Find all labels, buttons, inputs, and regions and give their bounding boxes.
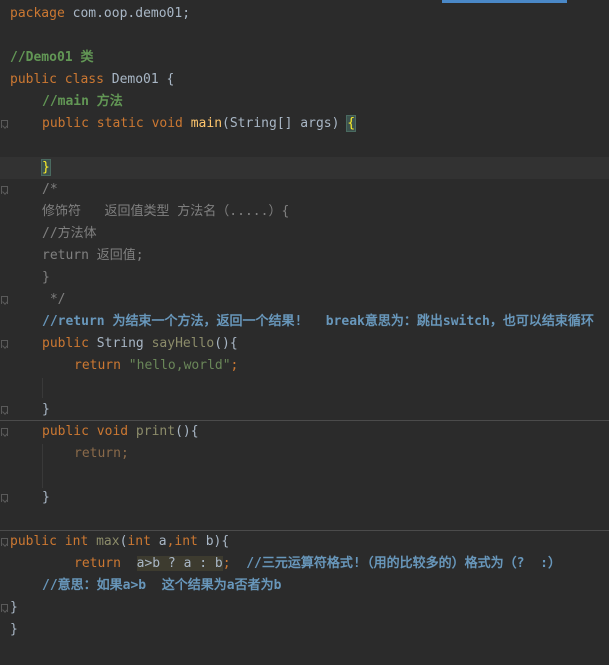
closing-brace: } — [42, 402, 50, 417]
semicolon: ; — [222, 556, 231, 571]
fold-marker[interactable] — [1, 186, 8, 194]
line-comment: //意思：如果a>b 这个结果为a否者为b — [42, 578, 282, 593]
line-comment: //三元运算符格式!（用的比较多的）格式为（? :） — [246, 556, 561, 571]
code-line-block-comment-open[interactable]: /* — [42, 179, 58, 201]
method-name: main — [190, 116, 223, 131]
keyword: return — [74, 358, 129, 373]
fold-marker[interactable] — [1, 604, 8, 612]
block-comment: //方法体 — [42, 226, 97, 241]
ternary-expression: a>b ? a : b — [136, 556, 223, 571]
code-line-block-comment-close[interactable]: */ — [42, 289, 66, 311]
line-comment: //Demo01 类 — [10, 50, 94, 65]
package-name: com.oop.demo01; — [64, 6, 191, 21]
method-params: (){ — [175, 424, 199, 439]
code-line-sayhello-return[interactable]: return "hello,world"; — [74, 355, 238, 377]
fold-marker[interactable] — [1, 120, 8, 128]
code-line-class-comment[interactable]: //Demo01 类 — [10, 47, 93, 69]
semicolon: ; — [230, 358, 239, 373]
method-params: (String[] args) — [222, 116, 348, 131]
keyword: int — [174, 534, 198, 549]
return-type: String — [88, 336, 152, 351]
matched-brace: { — [346, 115, 357, 132]
keyword: return; — [74, 446, 129, 461]
fold-marker[interactable] — [1, 538, 8, 546]
closing-brace: } — [10, 622, 18, 637]
keyword: public static void — [42, 116, 183, 131]
keyword: public int — [10, 534, 89, 549]
keyword: int — [127, 534, 151, 549]
block-comment: return 返回值; — [42, 248, 144, 263]
code-line-block-comment[interactable]: 修饰符 返回值类型 方法名（.....）{ — [42, 201, 289, 223]
code-line-max-decl[interactable]: public int max(int a,int b){ — [10, 531, 229, 553]
code-line-main-decl[interactable]: public static void main(String[] args) { — [42, 113, 357, 135]
code-line-class-close[interactable]: } — [10, 619, 18, 641]
keyword: package — [10, 6, 65, 21]
indent-guide — [42, 378, 43, 398]
string-literal: "hello,world" — [128, 358, 231, 373]
method-name: print — [128, 424, 176, 439]
code-line-meaning-comment[interactable]: //意思：如果a>b 这个结果为a否者为b — [42, 575, 281, 597]
param-a: a — [150, 534, 167, 549]
fold-marker[interactable] — [1, 428, 8, 436]
block-comment: */ — [42, 292, 66, 307]
code-line-sayhello-decl[interactable]: public String sayHello(){ — [42, 333, 238, 355]
keyword: public — [42, 336, 89, 351]
code-line-print-decl[interactable]: public void print(){ — [42, 421, 199, 443]
block-comment: 修饰符 返回值类型 方法名（.....）{ — [42, 204, 290, 219]
fold-marker[interactable] — [1, 406, 8, 414]
code-line-print-close[interactable]: } — [42, 487, 50, 509]
block-comment: /* — [42, 182, 58, 197]
keyword: public void — [42, 424, 129, 439]
block-comment: } — [42, 270, 50, 285]
code-line-sayhello-close[interactable]: } — [42, 399, 50, 421]
fold-marker[interactable] — [1, 340, 8, 348]
code-line-main-close[interactable]: } — [41, 157, 51, 179]
code-line-block-comment[interactable]: //方法体 — [42, 223, 97, 245]
closing-brace: } — [10, 600, 18, 615]
horizontal-scroll-indicator[interactable] — [442, 0, 567, 3]
keyword: return — [74, 556, 121, 571]
code-line-print-return[interactable]: return; — [74, 443, 129, 465]
indent-guide — [42, 444, 43, 488]
code-line-max-close[interactable]: } — [10, 597, 18, 619]
line-comment: //main 方法 — [42, 94, 123, 109]
method-name: max — [88, 534, 120, 549]
code-line-max-return[interactable]: return a>b ? a : b; //三元运算符格式!（用的比较多的）格式… — [74, 553, 561, 575]
code-line-package[interactable]: package com.oop.demo01; — [10, 3, 190, 25]
line-comment: //return 为结束一个方法，返回一个结果! break意思为：跳出swit… — [42, 314, 594, 329]
code-line-block-comment[interactable]: } — [42, 267, 50, 289]
code-line-block-comment[interactable]: return 返回值; — [42, 245, 144, 267]
code-line-main-comment[interactable]: //main 方法 — [42, 91, 123, 113]
fold-marker[interactable] — [1, 494, 8, 502]
current-line-highlight — [0, 157, 609, 179]
code-editor[interactable]: package com.oop.demo01; //Demo01 类 publi… — [0, 0, 609, 665]
code-line-class-decl[interactable]: public class Demo01 { — [10, 69, 174, 91]
keyword: public class — [10, 72, 104, 87]
fold-marker[interactable] — [1, 296, 8, 304]
param-b: b){ — [197, 534, 230, 549]
code-line-return-comment[interactable]: //return 为结束一个方法，返回一个结果! break意思为：跳出swit… — [42, 311, 594, 333]
class-name: Demo01 { — [103, 72, 175, 87]
method-name: sayHello — [151, 336, 215, 351]
closing-brace: } — [42, 490, 50, 505]
matched-brace: } — [41, 159, 51, 176]
method-params: (){ — [214, 336, 238, 351]
